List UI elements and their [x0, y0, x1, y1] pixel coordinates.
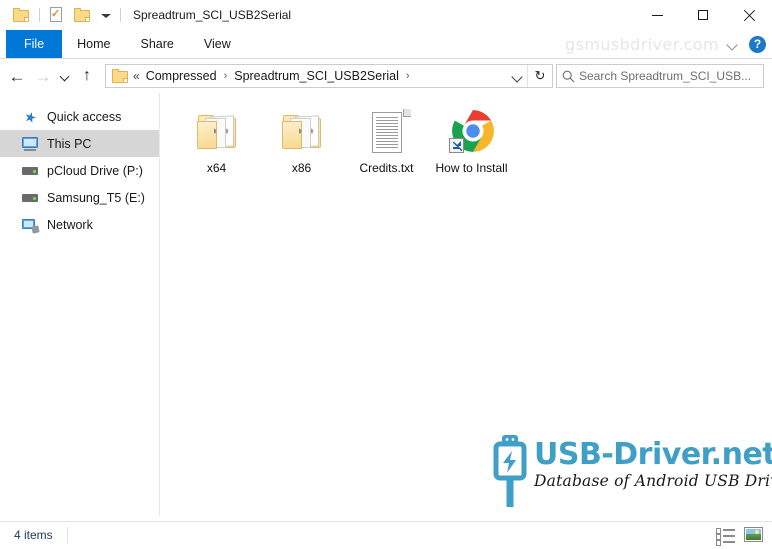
folder-icon [278, 109, 326, 157]
sidebar-item-label: Samsung_T5 (E:) [47, 190, 145, 205]
arrow-right-icon: → [34, 66, 52, 86]
chevron-down-icon[interactable] [725, 36, 741, 52]
sidebar-item-quick-access[interactable]: ★ Quick access [0, 103, 159, 130]
network-icon [22, 217, 40, 234]
quick-access-toolbar: ✓ [8, 7, 125, 23]
minimize-icon [651, 14, 663, 16]
breadcrumb-item-spreadtrum[interactable]: Spreadtrum_SCI_USB2Serial [233, 69, 400, 83]
breadcrumb-separator-2[interactable]: › [406, 70, 410, 82]
breadcrumb: « Compressed › Spreadtrum_SCI_USB2Serial… [133, 69, 507, 83]
search-input[interactable]: Search Spreadtrum_SCI_USB... [579, 69, 751, 83]
text-file-icon [363, 109, 411, 157]
navigation-pane: ★ Quick access This PC pCloud Drive (P:) [0, 93, 160, 516]
watermark-text-group: USB-Driver.net Database of Android USB D… [534, 433, 772, 491]
sidebar-item-this-pc[interactable]: This PC [0, 130, 159, 157]
item-label: How to Install [435, 161, 508, 175]
sidebar-item-samsung-t5[interactable]: Samsung_T5 (E:) [0, 184, 159, 211]
item-label: Credits.txt [359, 161, 414, 175]
watermark-title: USB-Driver.net [534, 437, 772, 472]
navigation-bar: ← → ↑ « Compressed › Spreadtrum_SCI_USB2… [0, 59, 772, 93]
status-bar: 4 items [0, 521, 772, 548]
folder-icon [193, 109, 241, 157]
address-folder-icon [112, 69, 128, 83]
minimize-button[interactable] [634, 0, 680, 30]
star-icon: ★ [22, 107, 39, 126]
tab-file[interactable]: File [6, 30, 63, 58]
address-dropdown-icon[interactable] [507, 65, 527, 87]
item-count-label: 4 items [14, 528, 53, 542]
list-item-x64[interactable]: x64 [174, 105, 259, 183]
watermark-tagline: Database of Android USB Driver [534, 472, 772, 490]
breadcrumb-item-compressed[interactable]: Compressed [145, 69, 218, 83]
refresh-button[interactable]: ↻ [528, 65, 552, 87]
list-item-how-to-install[interactable]: How to Install [429, 105, 514, 183]
search-icon [557, 65, 579, 87]
toolbar-divider-2 [120, 8, 121, 22]
sidebar-item-network[interactable]: Network [0, 211, 159, 238]
tab-home[interactable]: Home [62, 30, 125, 58]
help-icon[interactable]: ? [749, 35, 766, 53]
large-icons-view-button[interactable] [744, 526, 764, 545]
drive-icon [22, 163, 39, 179]
address-bar[interactable]: « Compressed › Spreadtrum_SCI_USB2Serial… [105, 64, 553, 88]
status-divider [66, 527, 68, 543]
chrome-shortcut-icon [448, 109, 496, 157]
close-button[interactable] [726, 0, 772, 30]
tab-share[interactable]: Share [126, 30, 189, 58]
search-box[interactable]: Search Spreadtrum_SCI_USB... [556, 64, 764, 88]
maximize-icon [698, 10, 708, 20]
new-folder-icon[interactable] [74, 7, 91, 23]
breadcrumb-separator-1[interactable]: › [224, 70, 228, 82]
folder-icon[interactable] [13, 7, 30, 23]
back-button[interactable]: ← [4, 63, 30, 89]
arrow-left-icon: ← [8, 66, 26, 86]
details-view-button[interactable] [716, 527, 736, 546]
file-list-area[interactable]: x64 x86 Credits.txt How to Install USB-D… [160, 93, 772, 516]
list-item-credits-txt[interactable]: Credits.txt [344, 105, 429, 183]
usb-driver-watermark: USB-Driver.net Database of Android USB D… [490, 433, 772, 513]
ribbon-right-group: gsmusbdriver.com ? [565, 30, 766, 58]
customize-quick-access-icon[interactable] [100, 10, 111, 21]
usb-plug-icon [490, 433, 530, 509]
item-label: x86 [291, 161, 312, 175]
window-title: Spreadtrum_SCI_USB2Serial [133, 8, 292, 22]
computer-icon [22, 136, 39, 152]
shortcut-overlay-icon [448, 138, 464, 153]
items-grid: x64 x86 Credits.txt How to Install [160, 93, 772, 183]
ribbon-tabs: File Home Share View gsmusbdriver.com ? [0, 30, 772, 59]
toolbar-divider [39, 8, 40, 22]
sidebar-item-label: Quick access [47, 109, 122, 124]
window-controls [634, 0, 772, 30]
tab-view[interactable]: View [189, 30, 246, 58]
close-icon [743, 9, 755, 21]
view-buttons [716, 522, 764, 549]
forward-button[interactable]: → [30, 63, 56, 89]
arrow-up-icon: ↑ [83, 67, 91, 84]
properties-icon[interactable]: ✓ [49, 7, 64, 23]
maximize-button[interactable] [680, 0, 726, 30]
title-bar: ✓ Spreadtrum_SCI_USB2Serial [0, 0, 772, 30]
up-button[interactable]: ↑ [74, 63, 100, 89]
sidebar-item-label: Network [47, 217, 93, 232]
explorer-body: ★ Quick access This PC pCloud Drive (P:) [0, 93, 772, 516]
breadcrumb-overflow-icon[interactable]: « [133, 69, 140, 83]
file-explorer-window: ✓ Spreadtrum_SCI_USB2Serial File Home Sh… [0, 0, 772, 548]
site-watermark-text: gsmusbdriver.com [565, 34, 719, 54]
list-item-x86[interactable]: x86 [259, 105, 344, 183]
drive-icon [22, 190, 39, 206]
recent-locations-button[interactable] [56, 63, 74, 89]
sidebar-item-pcloud-drive[interactable]: pCloud Drive (P:) [0, 157, 159, 184]
sidebar-item-label: This PC [47, 136, 92, 151]
item-label: x64 [206, 161, 227, 175]
sidebar-item-label: pCloud Drive (P:) [47, 163, 143, 178]
